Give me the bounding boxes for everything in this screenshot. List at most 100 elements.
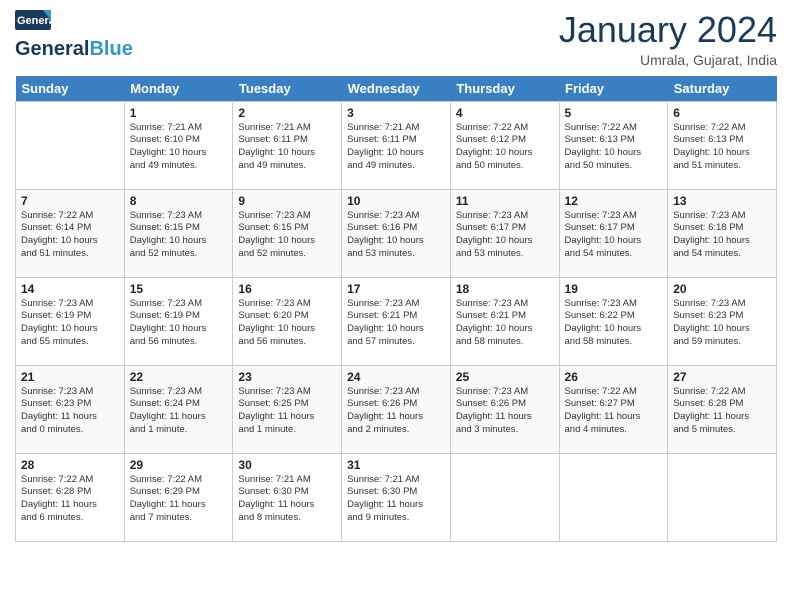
- calendar-table: SundayMondayTuesdayWednesdayThursdayFrid…: [15, 76, 777, 542]
- week-row-1: 1 Sunrise: 7:21 AM Sunset: 6:10 PM Daylig…: [16, 101, 777, 189]
- day-info: Sunrise: 7:22 AM Sunset: 6:29 PM Dayligh…: [130, 474, 228, 525]
- day-number: 9: [238, 194, 336, 208]
- day-info: Sunrise: 7:22 AM Sunset: 6:14 PM Dayligh…: [21, 210, 119, 261]
- calendar-cell: 14Sunrise: 7:23 AM Sunset: 6:19 PM Dayli…: [16, 277, 125, 365]
- day-number: 15: [130, 282, 228, 296]
- calendar-cell: 6 Sunrise: 7:22 AM Sunset: 6:13 PM Daylig…: [668, 101, 777, 189]
- day-info: Sunrise: 7:21 AM Sunset: 6:30 PM Dayligh…: [347, 474, 445, 525]
- calendar-cell: 11Sunrise: 7:23 AM Sunset: 6:17 PM Dayli…: [450, 189, 559, 277]
- day-info: Sunrise: 7:23 AM Sunset: 6:20 PM Dayligh…: [238, 298, 336, 349]
- day-number: 29: [130, 458, 228, 472]
- day-number: 8: [130, 194, 228, 208]
- location: Umrala, Gujarat, India: [559, 52, 777, 68]
- calendar-cell: 21 Sunrise: 7:23 AM Sunset: 6:23 PM Dayli…: [16, 365, 125, 453]
- calendar-cell: 9 Sunrise: 7:23 AM Sunset: 6:15 PM Daylig…: [233, 189, 342, 277]
- day-info: Sunrise: 7:22 AM Sunset: 6:13 PM Dayligh…: [565, 122, 663, 173]
- month-title: January 2024: [559, 10, 777, 50]
- day-number: 14: [21, 282, 119, 296]
- calendar-cell: 22Sunrise: 7:23 AM Sunset: 6:24 PM Dayli…: [124, 365, 233, 453]
- day-info: Sunrise: 7:22 AM Sunset: 6:27 PM Dayligh…: [565, 386, 663, 437]
- title-block: January 2024 Umrala, Gujarat, India: [559, 10, 777, 68]
- day-number: 21: [21, 370, 119, 384]
- day-number: 17: [347, 282, 445, 296]
- calendar-cell: [16, 101, 125, 189]
- logo-general-text: General: [15, 38, 89, 61]
- day-number: 2: [238, 106, 336, 120]
- week-row-5: 28 Sunrise: 7:22 AM Sunset: 6:28 PM Dayli…: [16, 453, 777, 541]
- day-info: Sunrise: 7:23 AM Sunset: 6:18 PM Dayligh…: [673, 210, 771, 261]
- day-info: Sunrise: 7:21 AM Sunset: 6:10 PM Dayligh…: [130, 122, 228, 173]
- day-info: Sunrise: 7:23 AM Sunset: 6:17 PM Dayligh…: [565, 210, 663, 261]
- day-info: Sunrise: 7:21 AM Sunset: 6:11 PM Dayligh…: [238, 122, 336, 173]
- col-header-tuesday: Tuesday: [233, 76, 342, 102]
- calendar-cell: 18 Sunrise: 7:23 AM Sunset: 6:21 PM Dayli…: [450, 277, 559, 365]
- header-row: SundayMondayTuesdayWednesdayThursdayFrid…: [16, 76, 777, 102]
- col-header-sunday: Sunday: [16, 76, 125, 102]
- day-info: Sunrise: 7:23 AM Sunset: 6:15 PM Dayligh…: [130, 210, 228, 261]
- day-info: Sunrise: 7:23 AM Sunset: 6:25 PM Dayligh…: [238, 386, 336, 437]
- day-number: 6: [673, 106, 771, 120]
- day-number: 1: [130, 106, 228, 120]
- calendar-cell: 16 Sunrise: 7:23 AM Sunset: 6:20 PM Dayli…: [233, 277, 342, 365]
- calendar-cell: 24Sunrise: 7:23 AM Sunset: 6:26 PM Dayli…: [342, 365, 451, 453]
- day-number: 26: [565, 370, 663, 384]
- col-header-saturday: Saturday: [668, 76, 777, 102]
- day-number: 24: [347, 370, 445, 384]
- calendar-cell: [559, 453, 668, 541]
- day-number: 27: [673, 370, 771, 384]
- day-info: Sunrise: 7:22 AM Sunset: 6:13 PM Dayligh…: [673, 122, 771, 173]
- day-info: Sunrise: 7:22 AM Sunset: 6:12 PM Dayligh…: [456, 122, 554, 173]
- week-row-3: 14 Sunrise: 7:23 AM Sunset: 6:19 PM Dayli…: [16, 277, 777, 365]
- day-info: Sunrise: 7:23 AM Sunset: 6:23 PM Dayligh…: [21, 386, 119, 437]
- calendar-cell: 2 Sunrise: 7:21 AM Sunset: 6:11 PM Daylig…: [233, 101, 342, 189]
- day-number: 18: [456, 282, 554, 296]
- logo-icon: General: [15, 10, 51, 38]
- calendar-cell: [668, 453, 777, 541]
- day-number: 7: [21, 194, 119, 208]
- calendar-cell: 29 Sunrise: 7:22 AM Sunset: 6:29 PM Dayli…: [124, 453, 233, 541]
- day-number: 31: [347, 458, 445, 472]
- header: General General Blue January 2024 Umrala…: [15, 10, 777, 68]
- calendar-cell: 5 Sunrise: 7:22 AM Sunset: 6:13 PM Daylig…: [559, 101, 668, 189]
- calendar-cell: 26 Sunrise: 7:22 AM Sunset: 6:27 PM Dayli…: [559, 365, 668, 453]
- calendar-cell: 1 Sunrise: 7:21 AM Sunset: 6:10 PM Daylig…: [124, 101, 233, 189]
- calendar-cell: 8 Sunrise: 7:23 AM Sunset: 6:15 PM Daylig…: [124, 189, 233, 277]
- calendar-cell: 31 Sunrise: 7:21 AM Sunset: 6:30 PM Dayli…: [342, 453, 451, 541]
- day-number: 16: [238, 282, 336, 296]
- day-info: Sunrise: 7:23 AM Sunset: 6:15 PM Dayligh…: [238, 210, 336, 261]
- day-info: Sunrise: 7:23 AM Sunset: 6:16 PM Dayligh…: [347, 210, 445, 261]
- day-info: Sunrise: 7:22 AM Sunset: 6:28 PM Dayligh…: [21, 474, 119, 525]
- day-info: Sunrise: 7:22 AM Sunset: 6:28 PM Dayligh…: [673, 386, 771, 437]
- calendar-cell: 7 Sunrise: 7:22 AM Sunset: 6:14 PM Daylig…: [16, 189, 125, 277]
- day-number: 30: [238, 458, 336, 472]
- day-info: Sunrise: 7:23 AM Sunset: 6:21 PM Dayligh…: [456, 298, 554, 349]
- day-info: Sunrise: 7:21 AM Sunset: 6:30 PM Dayligh…: [238, 474, 336, 525]
- calendar-cell: 10 Sunrise: 7:23 AM Sunset: 6:16 PM Dayli…: [342, 189, 451, 277]
- day-number: 4: [456, 106, 554, 120]
- day-info: Sunrise: 7:23 AM Sunset: 6:17 PM Dayligh…: [456, 210, 554, 261]
- week-row-2: 7 Sunrise: 7:22 AM Sunset: 6:14 PM Daylig…: [16, 189, 777, 277]
- calendar-cell: 23Sunrise: 7:23 AM Sunset: 6:25 PM Dayli…: [233, 365, 342, 453]
- day-number: 28: [21, 458, 119, 472]
- calendar-cell: 20Sunrise: 7:23 AM Sunset: 6:23 PM Dayli…: [668, 277, 777, 365]
- page: General General Blue January 2024 Umrala…: [0, 0, 792, 612]
- col-header-friday: Friday: [559, 76, 668, 102]
- logo: General General Blue: [15, 10, 133, 61]
- calendar-cell: 30 Sunrise: 7:21 AM Sunset: 6:30 PM Dayli…: [233, 453, 342, 541]
- calendar-cell: [450, 453, 559, 541]
- day-number: 3: [347, 106, 445, 120]
- calendar-cell: 17Sunrise: 7:23 AM Sunset: 6:21 PM Dayli…: [342, 277, 451, 365]
- day-info: Sunrise: 7:23 AM Sunset: 6:19 PM Dayligh…: [130, 298, 228, 349]
- calendar-cell: 25Sunrise: 7:23 AM Sunset: 6:26 PM Dayli…: [450, 365, 559, 453]
- day-info: Sunrise: 7:23 AM Sunset: 6:22 PM Dayligh…: [565, 298, 663, 349]
- day-number: 13: [673, 194, 771, 208]
- calendar-cell: 3 Sunrise: 7:21 AM Sunset: 6:11 PM Daylig…: [342, 101, 451, 189]
- col-header-thursday: Thursday: [450, 76, 559, 102]
- calendar-cell: 13 Sunrise: 7:23 AM Sunset: 6:18 PM Dayli…: [668, 189, 777, 277]
- day-number: 5: [565, 106, 663, 120]
- calendar-cell: 27 Sunrise: 7:22 AM Sunset: 6:28 PM Dayli…: [668, 365, 777, 453]
- day-number: 10: [347, 194, 445, 208]
- day-info: Sunrise: 7:21 AM Sunset: 6:11 PM Dayligh…: [347, 122, 445, 173]
- day-number: 20: [673, 282, 771, 296]
- day-number: 22: [130, 370, 228, 384]
